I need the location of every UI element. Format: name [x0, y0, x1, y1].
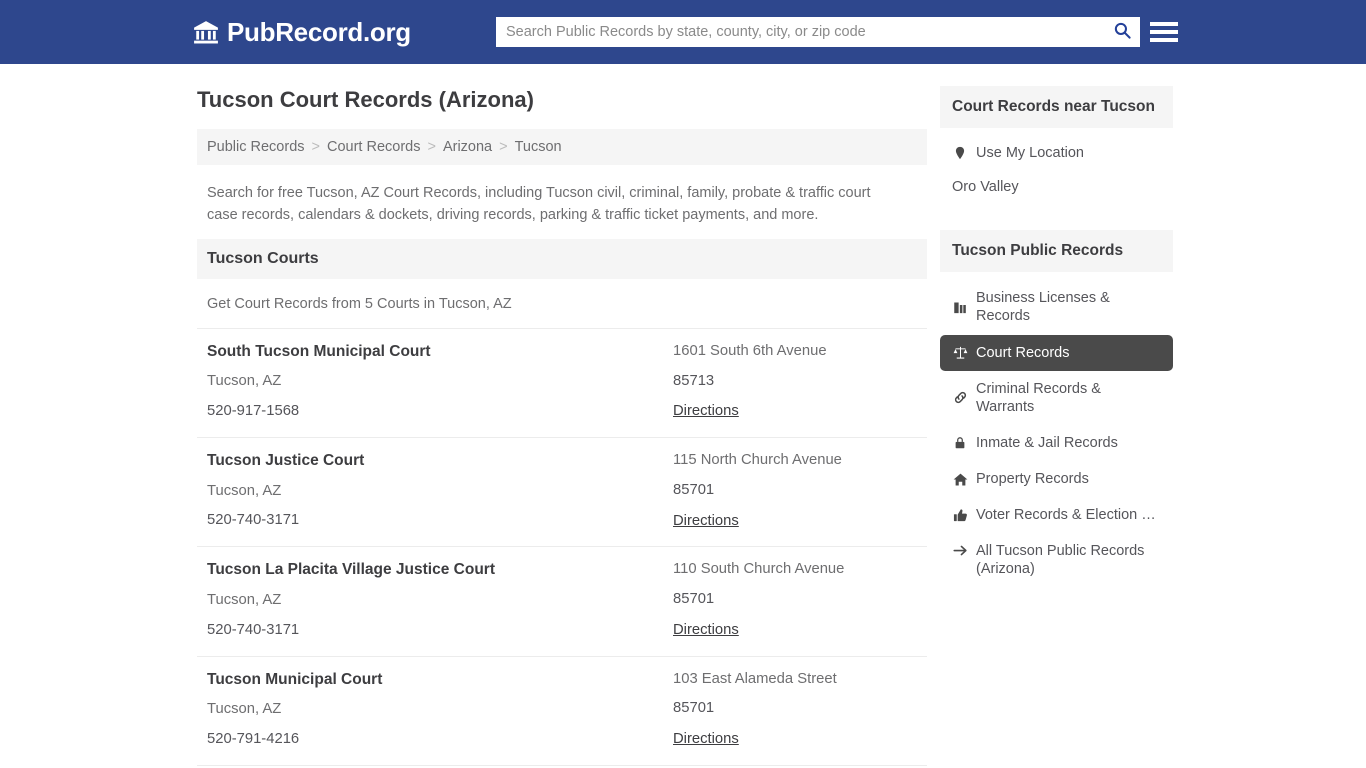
hamburger-menu-icon[interactable] — [1150, 18, 1178, 46]
court-address: 1601 South 6th Avenue — [673, 342, 827, 359]
directions-link[interactable]: Directions — [673, 622, 739, 638]
sidebar-nearby-oro-valley[interactable]: Oro Valley — [940, 170, 1173, 204]
court-city: Tucson, AZ — [207, 591, 282, 608]
court-address-block: 103 East Alameda Street 85701 Directions — [673, 671, 917, 749]
directions-link[interactable]: Directions — [673, 731, 739, 747]
court-zip: 85713 — [673, 372, 715, 389]
court-city: Tucson, AZ — [207, 373, 282, 390]
thumbs-up-icon — [952, 507, 968, 523]
court-name[interactable]: South Tucson Municipal Court — [207, 343, 673, 362]
court-listing-row: Tucson Municipal Court Tucson, AZ 520-79… — [197, 655, 927, 765]
scales-of-justice-icon — [952, 345, 968, 361]
court-info: Tucson La Placita Village Justice Court … — [207, 561, 673, 639]
court-zip: 85701 — [673, 481, 715, 498]
sidebar-item-business-licenses[interactable]: Business Licenses & Records — [940, 280, 1173, 334]
sidebar: Court Records near Tucson Use My Locatio… — [940, 86, 1173, 768]
court-city: Tucson, AZ — [207, 482, 282, 499]
court-phone[interactable]: 520-917-1568 — [207, 403, 673, 421]
sidebar-item-inmate-jail-records[interactable]: Inmate & Jail Records — [940, 425, 1173, 461]
sidebar-item-court-records[interactable]: Court Records — [940, 334, 1173, 371]
arrow-right-icon — [952, 542, 968, 558]
main-content: Tucson Court Records (Arizona) Public Re… — [197, 86, 927, 768]
breadcrumb-separator: > — [427, 138, 436, 155]
sidebar-use-my-location-label: Use My Location — [976, 145, 1084, 161]
breadcrumb-item-arizona[interactable]: Arizona — [443, 139, 492, 155]
sidebar-item-voter-records[interactable]: Voter Records & Election R… — [940, 497, 1173, 533]
sidebar-heading-public-records: Tucson Public Records — [940, 230, 1173, 273]
bank-building-icon — [193, 19, 219, 45]
breadcrumb-item-tucson: Tucson — [514, 138, 562, 155]
page-body: Tucson Court Records (Arizona) Public Re… — [0, 64, 1366, 768]
breadcrumb-item-public-records[interactable]: Public Records — [207, 139, 305, 155]
court-zip: 85701 — [673, 700, 715, 717]
sidebar-heading-near-tucson: Court Records near Tucson — [940, 86, 1173, 128]
sidebar-item-all-public-records[interactable]: All Tucson Public Records (Arizona) — [940, 533, 1173, 587]
court-name[interactable]: Tucson La Placita Village Justice Court — [207, 561, 673, 580]
court-phone[interactable]: 520-740-3171 — [207, 512, 673, 530]
court-address-block: 1601 South 6th Avenue 85713 Directions — [673, 343, 917, 421]
sidebar-nearby-label: Oro Valley — [952, 179, 1019, 196]
court-address: 110 South Church Avenue — [673, 561, 845, 578]
search-input[interactable] — [496, 18, 1104, 46]
sidebar-item-label: Voter Records & Election R… — [976, 507, 1161, 524]
sidebar-item-label: Business Licenses & Records — [976, 290, 1110, 325]
breadcrumb-separator: > — [499, 138, 508, 155]
link-chain-icon — [952, 390, 968, 406]
section-subtitle: Get Court Records from 5 Courts in Tucso… — [207, 295, 512, 312]
court-city: Tucson, AZ — [207, 701, 282, 718]
sidebar-item-property-records[interactable]: Property Records — [940, 461, 1173, 497]
page-title: Tucson Court Records (Arizona) — [197, 87, 534, 112]
section-header-tucson-courts: Tucson Courts — [197, 238, 927, 279]
court-name[interactable]: Tucson Municipal Court — [207, 671, 673, 690]
search-bar — [496, 17, 1140, 47]
site-logo[interactable]: PubRecord.org — [193, 19, 411, 45]
court-listing-row: Tucson Justice Court Tucson, AZ 520-740-… — [197, 437, 927, 546]
breadcrumb-item-court-records[interactable]: Court Records — [327, 139, 420, 155]
directions-link[interactable]: Directions — [673, 513, 739, 529]
search-icon — [1113, 21, 1132, 43]
court-address-block: 115 North Church Avenue 85701 Directions — [673, 452, 917, 530]
court-phone[interactable]: 520-791-4216 — [207, 731, 673, 749]
court-zip: 85701 — [673, 591, 715, 608]
lock-icon — [952, 435, 968, 451]
map-pin-icon — [952, 145, 968, 161]
sidebar-item-label: Inmate & Jail Records — [976, 434, 1118, 451]
court-info: Tucson Municipal Court Tucson, AZ 520-79… — [207, 671, 673, 749]
sidebar-item-criminal-records[interactable]: Criminal Records & Warrants — [940, 371, 1173, 425]
court-info: Tucson Justice Court Tucson, AZ 520-740-… — [207, 452, 673, 530]
breadcrumb: Public Records > Court Records > Arizona… — [197, 128, 927, 165]
home-icon — [952, 471, 968, 487]
building-icon — [952, 299, 968, 315]
site-header: PubRecord.org — [0, 0, 1366, 64]
court-listing-row: South Tucson Municipal Court Tucson, AZ … — [197, 327, 927, 437]
court-address: 115 North Church Avenue — [673, 452, 842, 469]
breadcrumb-separator: > — [311, 138, 320, 155]
court-info: South Tucson Municipal Court Tucson, AZ … — [207, 343, 673, 421]
sidebar-records-list: Business Licenses & Records Court Record… — [940, 280, 1173, 587]
sidebar-item-label: All Tucson Public Records (Arizona) — [976, 543, 1145, 578]
court-address: 103 East Alameda Street — [673, 670, 837, 687]
directions-link[interactable]: Directions — [673, 403, 739, 419]
page-description: Search for free Tucson, AZ Court Records… — [207, 184, 871, 224]
search-button[interactable] — [1104, 17, 1140, 47]
sidebar-item-label: Criminal Records & Warrants — [976, 380, 1101, 415]
sidebar-use-my-location[interactable]: Use My Location — [940, 136, 1173, 170]
sidebar-item-label: Court Records — [976, 344, 1070, 361]
site-logo-text: PubRecord.org — [227, 17, 411, 47]
court-address-block: 110 South Church Avenue 85701 Directions — [673, 561, 917, 639]
sidebar-item-label: Property Records — [976, 471, 1089, 487]
court-phone[interactable]: 520-740-3171 — [207, 622, 673, 640]
court-listing-row: Tucson La Placita Village Justice Court … — [197, 546, 927, 655]
court-name[interactable]: Tucson Justice Court — [207, 452, 673, 471]
